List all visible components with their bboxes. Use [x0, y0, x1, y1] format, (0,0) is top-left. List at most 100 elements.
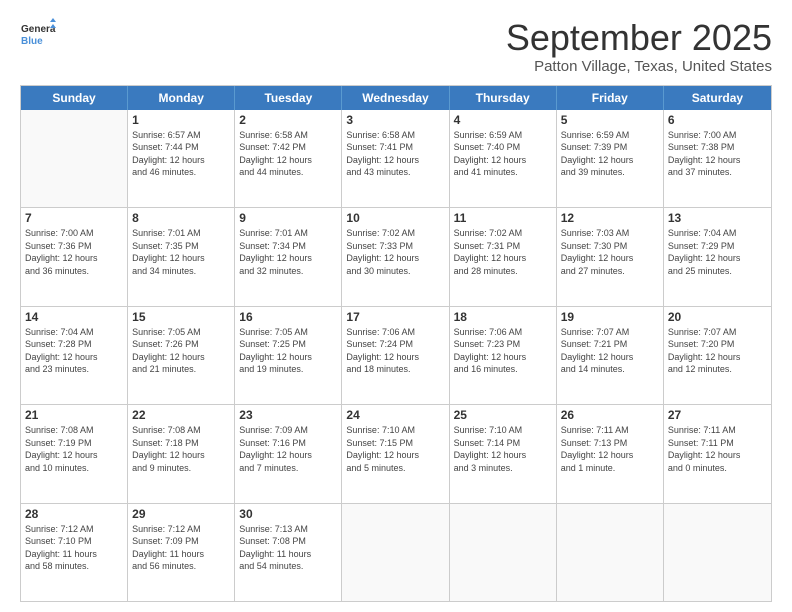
day-number: 2	[239, 113, 337, 127]
day-number: 26	[561, 408, 659, 422]
day-number: 20	[668, 310, 767, 324]
calendar-cell: 21 Sunrise: 7:08 AM Sunset: 7:19 PM Dayli…	[21, 405, 128, 502]
day-number: 12	[561, 211, 659, 225]
day-info: Sunrise: 7:08 AM Sunset: 7:19 PM Dayligh…	[25, 424, 123, 474]
calendar-cell: 12 Sunrise: 7:03 AM Sunset: 7:30 PM Dayli…	[557, 208, 664, 305]
calendar-week-2: 7 Sunrise: 7:00 AM Sunset: 7:36 PM Daylig…	[21, 208, 771, 306]
day-info: Sunrise: 6:58 AM Sunset: 7:42 PM Dayligh…	[239, 129, 337, 179]
day-info: Sunrise: 7:06 AM Sunset: 7:23 PM Dayligh…	[454, 326, 552, 376]
calendar-cell: 9 Sunrise: 7:01 AM Sunset: 7:34 PM Daylig…	[235, 208, 342, 305]
logo-svg: General Blue	[20, 18, 56, 54]
calendar-cell: 20 Sunrise: 7:07 AM Sunset: 7:20 PM Dayli…	[664, 307, 771, 404]
day-number: 21	[25, 408, 123, 422]
calendar-cell: 10 Sunrise: 7:02 AM Sunset: 7:33 PM Dayli…	[342, 208, 449, 305]
calendar-cell: 3 Sunrise: 6:58 AM Sunset: 7:41 PM Daylig…	[342, 110, 449, 207]
day-number: 8	[132, 211, 230, 225]
day-info: Sunrise: 7:05 AM Sunset: 7:26 PM Dayligh…	[132, 326, 230, 376]
calendar-cell	[450, 504, 557, 601]
calendar-cell: 25Sunrise: 7:10 AM Sunset: 7:14 PM Dayli…	[450, 405, 557, 502]
calendar-cell	[21, 110, 128, 207]
header-day-monday: Monday	[128, 86, 235, 110]
day-info: Sunrise: 7:05 AM Sunset: 7:25 PM Dayligh…	[239, 326, 337, 376]
calendar-cell: 18 Sunrise: 7:06 AM Sunset: 7:23 PM Dayli…	[450, 307, 557, 404]
header: General Blue September 2025 Patton Villa…	[20, 18, 772, 75]
day-info: Sunrise: 7:02 AM Sunset: 7:33 PM Dayligh…	[346, 227, 444, 277]
day-number: 3	[346, 113, 444, 127]
header-day-wednesday: Wednesday	[342, 86, 449, 110]
day-info: Sunrise: 7:00 AM Sunset: 7:36 PM Dayligh…	[25, 227, 123, 277]
calendar-cell: 28 Sunrise: 7:12 AM Sunset: 7:10 PM Dayli…	[21, 504, 128, 601]
header-day-tuesday: Tuesday	[235, 86, 342, 110]
day-number: 4	[454, 113, 552, 127]
day-number: 6	[668, 113, 767, 127]
day-number: 24	[346, 408, 444, 422]
day-number: 16	[239, 310, 337, 324]
day-number: 1	[132, 113, 230, 127]
day-info: Sunrise: 7:08 AM Sunset: 7:18 PM Dayligh…	[132, 424, 230, 474]
calendar-cell	[342, 504, 449, 601]
calendar-cell: 19Sunrise: 7:07 AM Sunset: 7:21 PM Dayli…	[557, 307, 664, 404]
day-info: Sunrise: 7:00 AM Sunset: 7:38 PM Dayligh…	[668, 129, 767, 179]
day-number: 11	[454, 211, 552, 225]
calendar-cell: 5 Sunrise: 6:59 AM Sunset: 7:39 PM Daylig…	[557, 110, 664, 207]
calendar-cell	[557, 504, 664, 601]
calendar-cell: 30Sunrise: 7:13 AM Sunset: 7:08 PM Dayli…	[235, 504, 342, 601]
day-info: Sunrise: 6:57 AM Sunset: 7:44 PM Dayligh…	[132, 129, 230, 179]
day-info: Sunrise: 7:12 AM Sunset: 7:09 PM Dayligh…	[132, 523, 230, 573]
day-info: Sunrise: 7:01 AM Sunset: 7:34 PM Dayligh…	[239, 227, 337, 277]
day-info: Sunrise: 7:09 AM Sunset: 7:16 PM Dayligh…	[239, 424, 337, 474]
calendar-cell: 4 Sunrise: 6:59 AM Sunset: 7:40 PM Daylig…	[450, 110, 557, 207]
day-info: Sunrise: 7:01 AM Sunset: 7:35 PM Dayligh…	[132, 227, 230, 277]
day-number: 19	[561, 310, 659, 324]
calendar-cell: 2 Sunrise: 6:58 AM Sunset: 7:42 PM Daylig…	[235, 110, 342, 207]
day-number: 18	[454, 310, 552, 324]
day-number: 27	[668, 408, 767, 422]
calendar-cell: 15 Sunrise: 7:05 AM Sunset: 7:26 PM Dayli…	[128, 307, 235, 404]
day-number: 13	[668, 211, 767, 225]
calendar-cell: 23 Sunrise: 7:09 AM Sunset: 7:16 PM Dayli…	[235, 405, 342, 502]
day-info: Sunrise: 7:03 AM Sunset: 7:30 PM Dayligh…	[561, 227, 659, 277]
calendar-cell: 27Sunrise: 7:11 AM Sunset: 7:11 PM Dayli…	[664, 405, 771, 502]
day-info: Sunrise: 6:59 AM Sunset: 7:40 PM Dayligh…	[454, 129, 552, 179]
calendar-week-5: 28 Sunrise: 7:12 AM Sunset: 7:10 PM Dayli…	[21, 504, 771, 601]
svg-text:Blue: Blue	[21, 36, 43, 47]
calendar-cell: 7 Sunrise: 7:00 AM Sunset: 7:36 PM Daylig…	[21, 208, 128, 305]
day-info: Sunrise: 7:02 AM Sunset: 7:31 PM Dayligh…	[454, 227, 552, 277]
day-number: 25	[454, 408, 552, 422]
calendar-cell: 16 Sunrise: 7:05 AM Sunset: 7:25 PM Dayli…	[235, 307, 342, 404]
day-number: 29	[132, 507, 230, 521]
day-number: 22	[132, 408, 230, 422]
calendar-cell: 26Sunrise: 7:11 AM Sunset: 7:13 PM Dayli…	[557, 405, 664, 502]
header-day-sunday: Sunday	[21, 86, 128, 110]
logo: General Blue	[20, 18, 56, 54]
day-number: 15	[132, 310, 230, 324]
calendar-cell: 11 Sunrise: 7:02 AM Sunset: 7:31 PM Dayli…	[450, 208, 557, 305]
day-info: Sunrise: 6:59 AM Sunset: 7:39 PM Dayligh…	[561, 129, 659, 179]
calendar-cell: 6 Sunrise: 7:00 AM Sunset: 7:38 PM Daylig…	[664, 110, 771, 207]
calendar-body: 1 Sunrise: 6:57 AM Sunset: 7:44 PM Daylig…	[21, 110, 771, 601]
day-info: Sunrise: 7:07 AM Sunset: 7:20 PM Dayligh…	[668, 326, 767, 376]
header-day-saturday: Saturday	[664, 86, 771, 110]
calendar-cell: 14 Sunrise: 7:04 AM Sunset: 7:28 PM Dayli…	[21, 307, 128, 404]
calendar-cell: 22 Sunrise: 7:08 AM Sunset: 7:18 PM Dayli…	[128, 405, 235, 502]
day-number: 10	[346, 211, 444, 225]
header-day-thursday: Thursday	[450, 86, 557, 110]
day-number: 30	[239, 507, 337, 521]
day-number: 14	[25, 310, 123, 324]
calendar-week-3: 14 Sunrise: 7:04 AM Sunset: 7:28 PM Dayli…	[21, 307, 771, 405]
calendar-cell: 1 Sunrise: 6:57 AM Sunset: 7:44 PM Daylig…	[128, 110, 235, 207]
day-number: 23	[239, 408, 337, 422]
day-number: 9	[239, 211, 337, 225]
calendar-cell: 13 Sunrise: 7:04 AM Sunset: 7:29 PM Dayli…	[664, 208, 771, 305]
calendar-cell: 29 Sunrise: 7:12 AM Sunset: 7:09 PM Dayli…	[128, 504, 235, 601]
day-number: 28	[25, 507, 123, 521]
calendar-week-4: 21 Sunrise: 7:08 AM Sunset: 7:19 PM Dayli…	[21, 405, 771, 503]
day-number: 7	[25, 211, 123, 225]
day-info: Sunrise: 7:12 AM Sunset: 7:10 PM Dayligh…	[25, 523, 123, 573]
day-info: Sunrise: 7:04 AM Sunset: 7:29 PM Dayligh…	[668, 227, 767, 277]
day-info: Sunrise: 6:58 AM Sunset: 7:41 PM Dayligh…	[346, 129, 444, 179]
day-number: 5	[561, 113, 659, 127]
calendar-cell	[664, 504, 771, 601]
day-info: Sunrise: 7:04 AM Sunset: 7:28 PM Dayligh…	[25, 326, 123, 376]
month-title: September 2025	[506, 18, 772, 58]
